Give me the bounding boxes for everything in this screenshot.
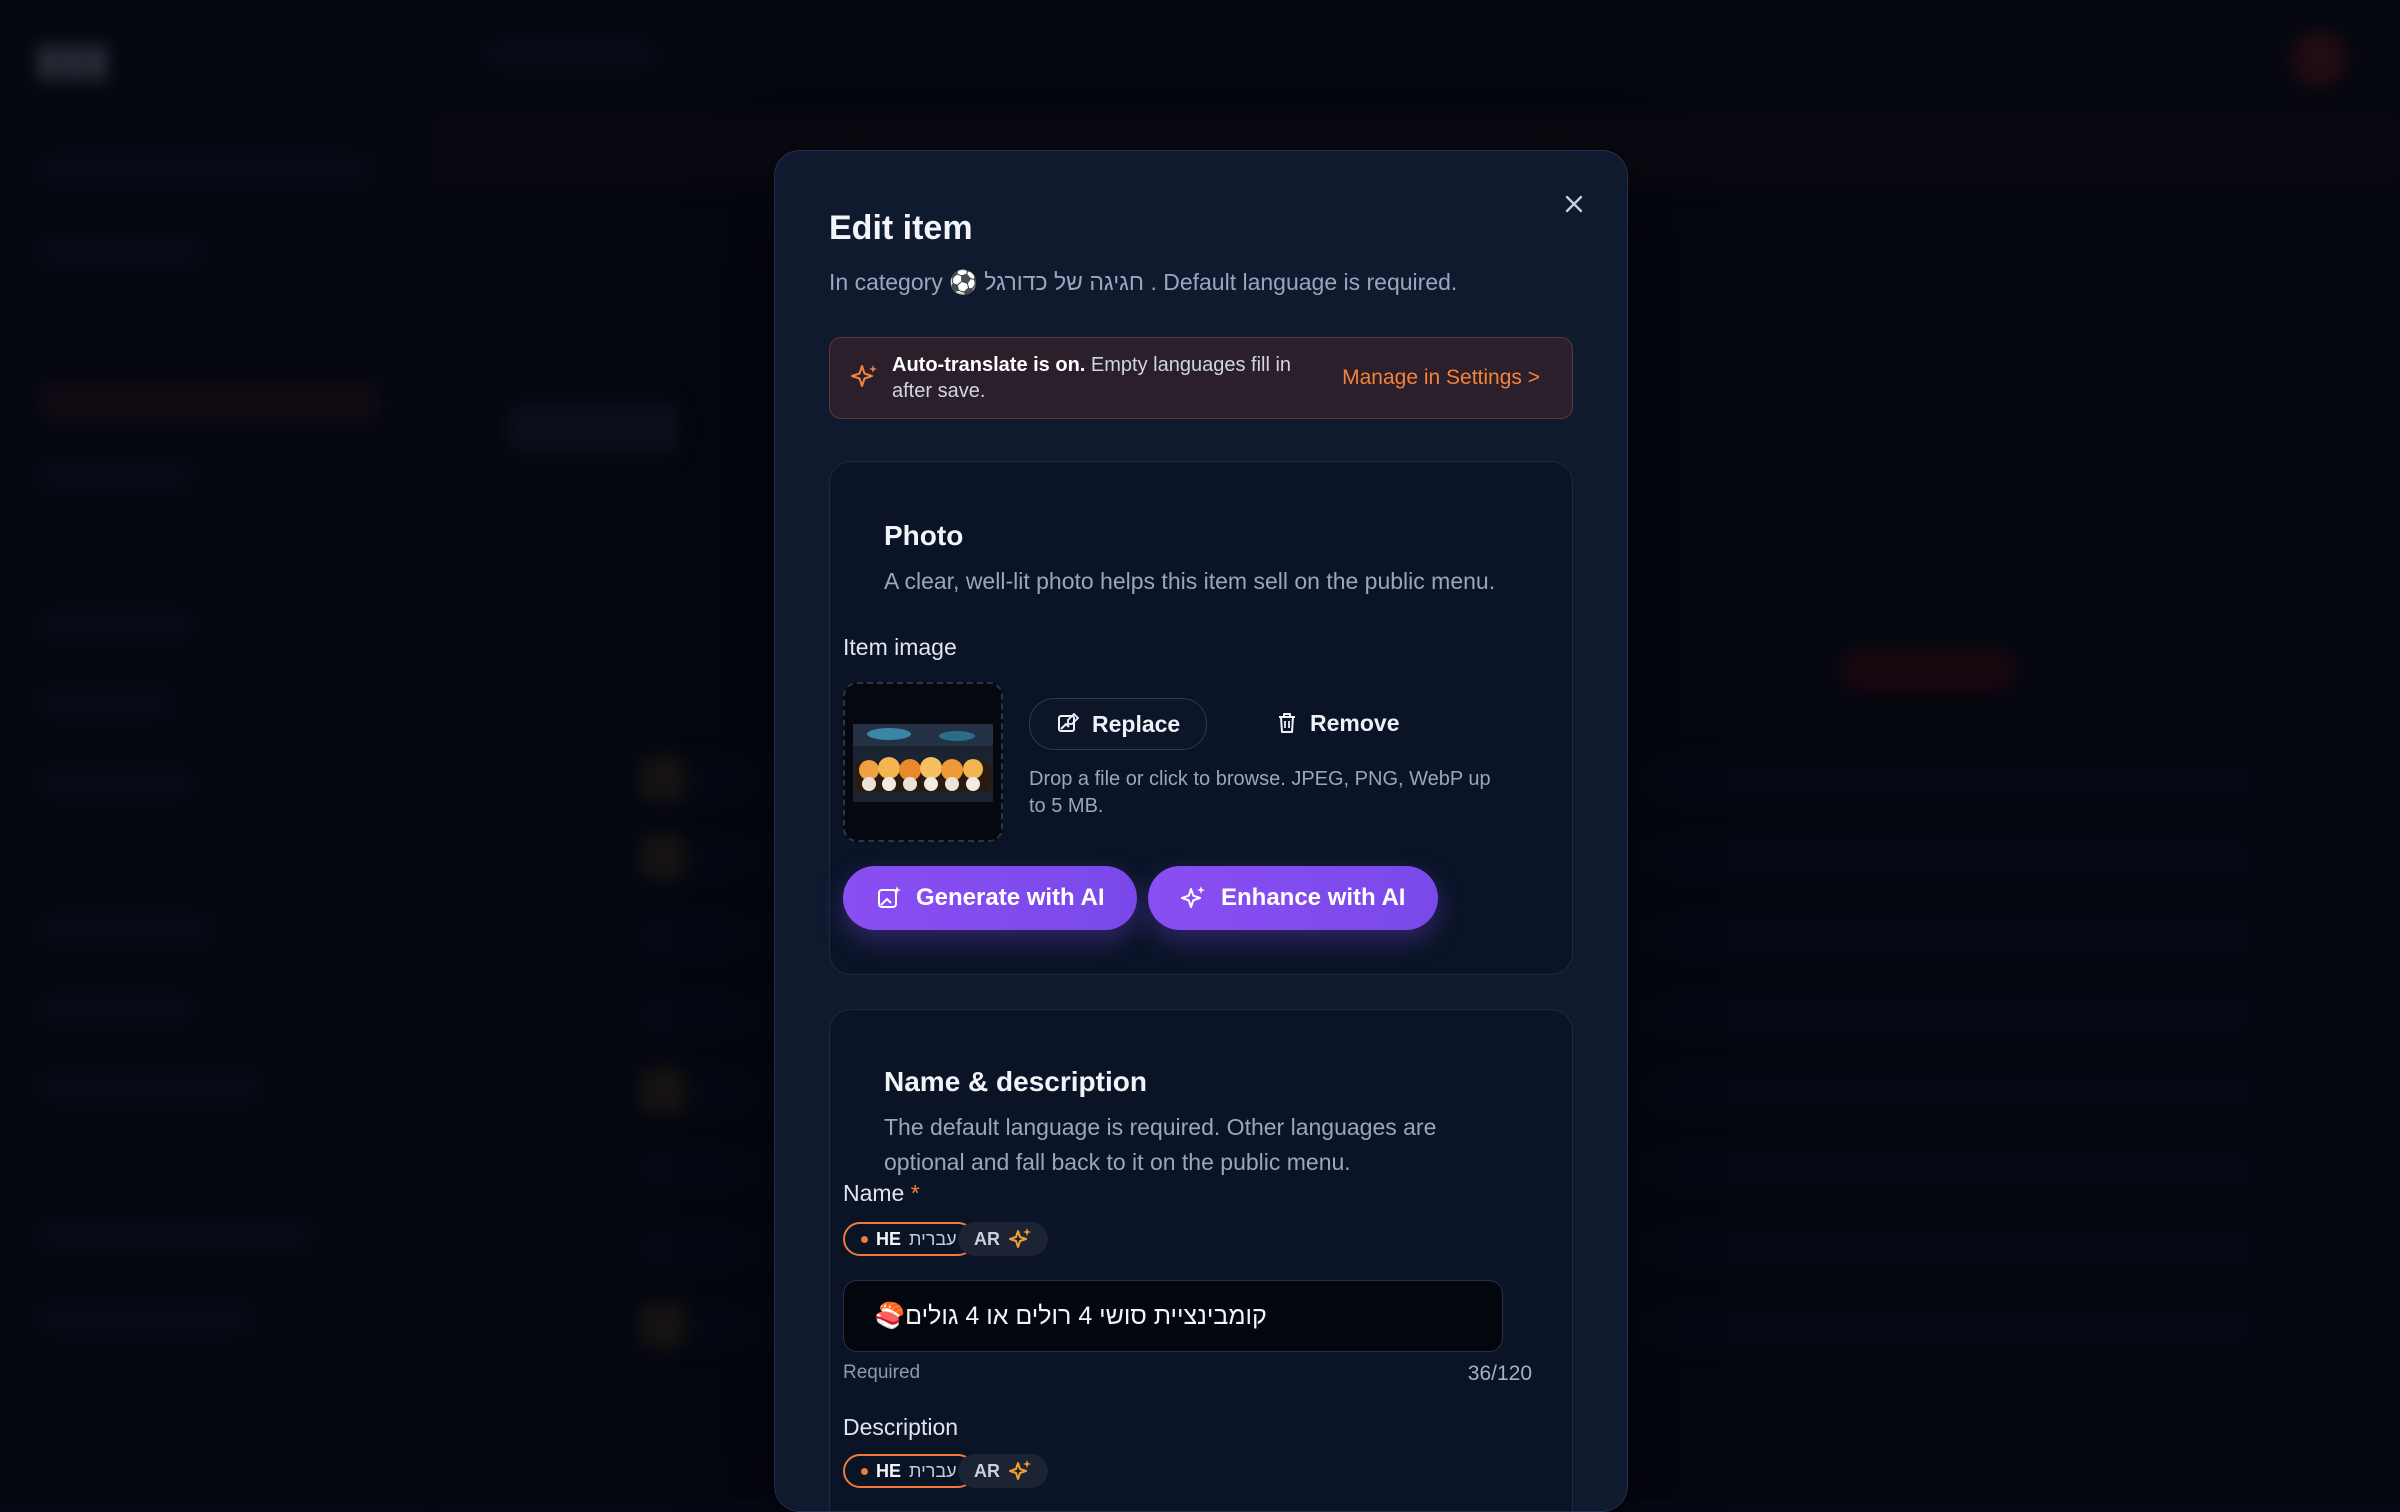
- description-label: Description: [843, 1414, 959, 1440]
- sparkle-icon: [1181, 886, 1205, 908]
- language-name: עברית: [909, 1228, 957, 1249]
- required-mark: *: [910, 1180, 920, 1206]
- ai-image-icon: [878, 886, 901, 908]
- language-code: AR: [974, 1460, 1000, 1481]
- close-icon: [1565, 195, 1583, 213]
- image-edit-icon: [1058, 712, 1080, 732]
- name-description-text: The default language is required. Other …: [884, 1114, 1437, 1175]
- edit-item-dialog: Edit item In category חגיגה של כדורגל ⚽ …: [774, 150, 1628, 1512]
- name-description-heading: Name & description: [884, 1066, 1147, 1097]
- required-hint: Required: [843, 1362, 921, 1383]
- name-label-text: Name: [843, 1180, 905, 1206]
- language-code: HE: [876, 1460, 902, 1481]
- photo-heading: Photo: [884, 520, 964, 551]
- photo-card: Photo A clear, well-lit photo helps this…: [829, 461, 1573, 975]
- language-tab-he[interactable]: HE עברית: [843, 1222, 975, 1256]
- language-code: AR: [974, 1228, 1000, 1249]
- category-name: חגיגה של כדורגל ⚽: [949, 269, 1145, 295]
- remove-label: Remove: [1310, 709, 1400, 736]
- dialog-title: Edit item: [829, 209, 973, 247]
- language-name: עברית: [909, 1460, 957, 1481]
- replace-image-button[interactable]: Replace: [1029, 698, 1208, 750]
- name-input-he[interactable]: קומבינציית סושי 4 רולים או 4 גולים🍣: [843, 1280, 1503, 1352]
- active-dot: [861, 1235, 868, 1243]
- close-button[interactable]: [1557, 187, 1591, 221]
- item-image-dropzone[interactable]: [843, 682, 1003, 842]
- notice-bold: Auto-translate is on.: [892, 354, 1086, 376]
- remove-image-button[interactable]: Remove: [1276, 698, 1399, 748]
- auto-translate-notice: Auto-translate is on. Empty languages fi…: [829, 337, 1573, 419]
- manage-settings-link[interactable]: Manage in Settings >: [1342, 366, 1540, 390]
- name-label: Name *: [843, 1180, 920, 1207]
- generate-label: Generate with AI: [916, 884, 1105, 911]
- generate-with-ai-button[interactable]: Generate with AI: [843, 866, 1138, 930]
- photo-description: A clear, well-lit photo helps this item …: [884, 568, 1496, 594]
- name-description-card: Name & description The default language …: [829, 1009, 1573, 1511]
- enhance-label: Enhance with AI: [1221, 884, 1406, 911]
- active-dot: [861, 1467, 868, 1475]
- upload-hint: Drop a file or click to browse. JPEG, PN…: [1029, 768, 1491, 817]
- description-language-tab-ar[interactable]: AR: [958, 1454, 1048, 1488]
- item-image-label: Item image: [843, 634, 957, 660]
- language-tab-ar[interactable]: AR: [958, 1222, 1048, 1256]
- name-char-count: 36/120: [1467, 1362, 1532, 1385]
- description-language-tab-he[interactable]: HE עברית: [843, 1454, 975, 1488]
- replace-label: Replace: [1092, 710, 1181, 737]
- sparkle-icon: [851, 365, 877, 387]
- item-image: [845, 684, 1001, 840]
- auto-translate-sparkle-icon: [1009, 1228, 1031, 1248]
- notice-text: Auto-translate is on. Empty languages fi…: [892, 352, 1322, 404]
- dialog-subtitle: In category חגיגה של כדורגל ⚽ . Default …: [829, 269, 1457, 296]
- trash-icon: [1279, 713, 1295, 733]
- subtitle-prefix: In category: [829, 269, 943, 295]
- subtitle-suffix: . Default language is required.: [1150, 269, 1458, 295]
- enhance-with-ai-button[interactable]: Enhance with AI: [1148, 866, 1439, 930]
- auto-translate-sparkle-icon: [1009, 1460, 1031, 1480]
- language-code: HE: [876, 1228, 902, 1249]
